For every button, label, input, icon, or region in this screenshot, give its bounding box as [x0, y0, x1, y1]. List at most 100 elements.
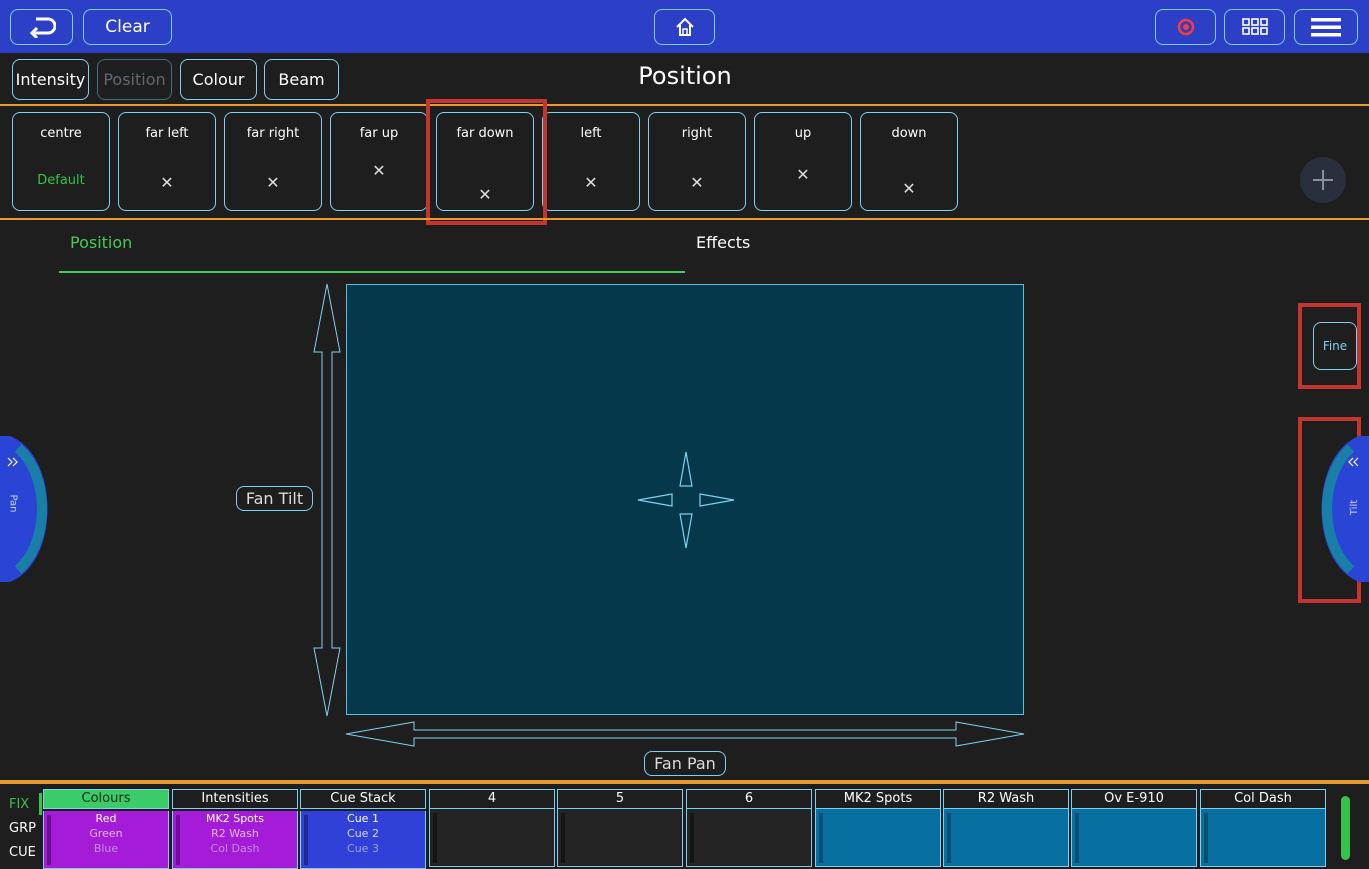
- close-icon: ✕: [690, 173, 704, 192]
- playback-header: R2 Wash: [943, 789, 1069, 809]
- fan-pan-label[interactable]: Fan Pan: [644, 751, 726, 776]
- palette-far-left[interactable]: far left ✕: [118, 112, 216, 211]
- palette-down[interactable]: down ✕: [860, 112, 958, 211]
- playback-fader[interactable]: [819, 813, 823, 863]
- tab-intensity[interactable]: Intensity: [12, 59, 89, 100]
- home-icon: [675, 17, 694, 36]
- highlight-box: [426, 99, 547, 225]
- palette-label: right: [681, 126, 713, 141]
- palette-sub: Default: [37, 173, 85, 188]
- close-icon: ✕: [584, 173, 598, 192]
- playback-body: MK2 Spots R2 Wash Col Dash: [172, 811, 298, 869]
- playback-6[interactable]: 6: [686, 789, 812, 867]
- tab-effects-view[interactable]: Effects: [696, 233, 750, 252]
- master-fader[interactable]: [1341, 796, 1350, 860]
- record-icon: [1177, 18, 1194, 36]
- tab-position[interactable]: Position: [97, 59, 172, 100]
- cue-label[interactable]: CUE: [9, 845, 36, 860]
- tab-colour[interactable]: Colour: [180, 59, 257, 100]
- crosshair-icon: [637, 451, 735, 549]
- close-icon: ✕: [902, 179, 916, 198]
- playback-line: MK2 Spots: [206, 812, 264, 825]
- palette-label: far left: [145, 126, 189, 141]
- position-pad[interactable]: [346, 284, 1024, 715]
- playback-header: Colours: [43, 789, 169, 809]
- add-palette-button[interactable]: [1300, 157, 1346, 203]
- playback-header: 4: [429, 789, 555, 809]
- close-icon: ✕: [372, 161, 386, 180]
- playback-fader[interactable]: [433, 813, 437, 863]
- tilt-wheel-graphic: [1321, 436, 1369, 582]
- playback-header: 6: [686, 789, 812, 809]
- close-icon: ✕: [266, 173, 280, 192]
- grid-view-button[interactable]: [1224, 9, 1285, 45]
- grp-label[interactable]: GRP: [9, 821, 36, 836]
- divider: [0, 218, 1369, 220]
- playback-fader[interactable]: [561, 813, 565, 863]
- playback-fader[interactable]: [47, 815, 51, 865]
- fine-button[interactable]: Fine: [1313, 322, 1357, 370]
- playback-header: MK2 Spots: [815, 789, 941, 809]
- playback-r2-wash[interactable]: R2 Wash: [943, 789, 1069, 867]
- tab-beam[interactable]: Beam: [264, 59, 339, 100]
- grid-icon: [1241, 18, 1268, 35]
- playback-cue-stack[interactable]: Cue Stack Cue 1 Cue 2 Cue 3: [300, 789, 426, 869]
- palette-centre[interactable]: centre Default: [12, 112, 110, 211]
- pan-wheel[interactable]: Pan: [0, 436, 58, 582]
- playback-line: Col Dash: [210, 842, 260, 855]
- tilt-fan-arrow[interactable]: [312, 282, 342, 718]
- menu-button[interactable]: [1294, 9, 1358, 45]
- palette-label: far up: [359, 126, 399, 141]
- tilt-wheel[interactable]: Tilt: [1311, 436, 1369, 582]
- playback-header: Intensities: [172, 789, 298, 809]
- playback-col-dash[interactable]: Col Dash: [1200, 789, 1326, 867]
- palette-far-up[interactable]: far up ✕: [330, 112, 428, 211]
- palette-far-right[interactable]: far right ✕: [224, 112, 322, 211]
- tab-position-view[interactable]: Position: [70, 233, 132, 252]
- clear-button[interactable]: Clear: [83, 9, 172, 45]
- playback-header: 5: [557, 789, 683, 809]
- playback-body: [429, 809, 555, 867]
- palette-right[interactable]: right ✕: [648, 112, 746, 211]
- pan-fan-arrow[interactable]: [344, 718, 1026, 750]
- home-button[interactable]: [654, 9, 715, 45]
- playback-fader[interactable]: [947, 813, 951, 863]
- pan-wheel-label: Pan: [7, 494, 19, 513]
- palette-label: far right: [246, 126, 300, 141]
- palette-label: up: [794, 126, 812, 141]
- record-button[interactable]: [1155, 9, 1216, 45]
- back-icon: [29, 17, 56, 38]
- playback-header: Ov E-910: [1071, 789, 1197, 809]
- palette-left[interactable]: left ✕: [542, 112, 640, 211]
- palette-label: centre: [40, 126, 82, 141]
- playback-header: Cue Stack: [300, 789, 426, 809]
- playback-intensities[interactable]: Intensities MK2 Spots R2 Wash Col Dash: [172, 789, 298, 869]
- playback-ov-e-910[interactable]: Ov E-910: [1071, 789, 1197, 867]
- hamburger-icon: [1311, 18, 1341, 37]
- tilt-wheel-label: Tilt: [1349, 499, 1361, 516]
- playback-fader[interactable]: [304, 815, 308, 865]
- divider: [0, 104, 1369, 106]
- active-indicator: [39, 793, 42, 815]
- playback-colours[interactable]: Colours Red Green Blue: [43, 789, 169, 869]
- playback-body: [815, 809, 941, 867]
- playback-fader[interactable]: [176, 815, 180, 865]
- playback-4[interactable]: 4: [429, 789, 555, 867]
- back-button[interactable]: [10, 9, 73, 45]
- playback-line: R2 Wash: [211, 827, 259, 840]
- playback-fader[interactable]: [1204, 813, 1208, 863]
- palette-up[interactable]: up ✕: [754, 112, 852, 211]
- fix-label[interactable]: FIX: [9, 797, 29, 812]
- top-bar: Clear: [0, 0, 1369, 53]
- playback-5[interactable]: 5: [557, 789, 683, 867]
- fan-tilt-label[interactable]: Fan Tilt: [236, 486, 313, 511]
- plus-icon: [1313, 170, 1333, 190]
- palette-label: down: [891, 126, 927, 141]
- close-icon: ✕: [160, 173, 174, 192]
- playback-body: [686, 809, 812, 867]
- playback-line: Blue: [93, 842, 119, 855]
- playback-fader[interactable]: [1075, 813, 1079, 863]
- playback-fader[interactable]: [690, 813, 694, 863]
- playback-mk2-spots[interactable]: MK2 Spots: [815, 789, 941, 867]
- bottom-divider: [0, 780, 1369, 784]
